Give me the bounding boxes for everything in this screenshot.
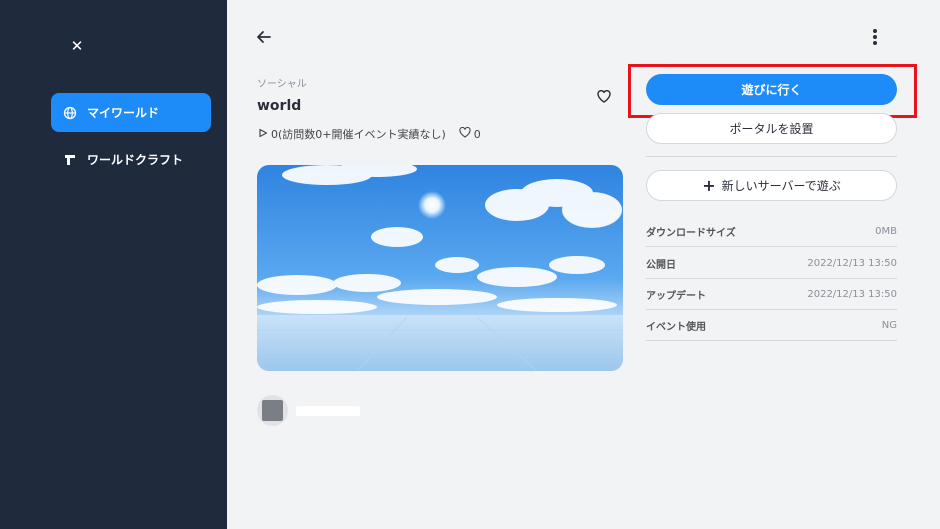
play-button[interactable]: 遊びに行く	[646, 74, 897, 105]
plus-icon: +	[702, 176, 716, 195]
world-thumbnail[interactable]	[257, 165, 623, 371]
sidebar-item-my-world[interactable]: マイワールド	[51, 93, 211, 132]
world-stats: 0(訪問数0+開催イベント実績なし) 0	[258, 126, 481, 142]
more-vertical-icon[interactable]	[868, 28, 882, 46]
info-row-published: 公開日 2022/12/13 13:50	[646, 248, 897, 279]
author-name-redacted	[296, 405, 360, 416]
info-value: 2022/12/13 13:50	[807, 257, 897, 269]
author[interactable]	[257, 395, 360, 426]
place-portal-button[interactable]: ポータルを設置	[646, 113, 897, 144]
info-key: アップデート	[646, 290, 706, 302]
info-row-event-use: イベント使用 NG	[646, 310, 897, 341]
new-server-button[interactable]: + 新しいサーバーで遊ぶ	[646, 170, 897, 201]
info-key: 公開日	[646, 259, 676, 271]
play-icon	[258, 128, 268, 141]
info-value: NG	[881, 319, 897, 331]
avatar[interactable]	[257, 395, 288, 426]
sidebar-item-label: マイワールド	[87, 106, 160, 120]
info-row-updated: アップデート 2022/12/13 13:50	[646, 279, 897, 310]
divider	[646, 156, 897, 157]
sidebar: ✕ マイワールド ワールドクラフト	[0, 0, 227, 529]
globe-icon	[63, 106, 77, 120]
sidebar-item-world-craft[interactable]: ワールドクラフト	[51, 140, 211, 179]
visit-count: 0(訪問数0+開催イベント実績なし)	[271, 128, 446, 141]
info-key: イベント使用	[646, 321, 706, 333]
world-title: world	[257, 98, 302, 114]
info-value: 2022/12/13 13:50	[807, 288, 897, 300]
sidebar-item-label: ワールドクラフト	[87, 153, 184, 167]
arrow-left-icon[interactable]	[255, 28, 273, 46]
world-category: ソーシャル	[257, 79, 307, 90]
info-key: ダウンロードサイズ	[646, 227, 736, 239]
info-value: 0MB	[875, 225, 897, 237]
new-server-label: 新しいサーバーで遊ぶ	[721, 179, 841, 193]
craft-icon	[63, 153, 77, 167]
like-count: 0	[473, 127, 481, 141]
close-icon[interactable]: ✕	[69, 38, 85, 54]
info-row-download-size: ダウンロードサイズ 0MB	[646, 216, 897, 247]
heart-small-icon	[459, 126, 471, 141]
heart-icon[interactable]	[595, 87, 613, 105]
